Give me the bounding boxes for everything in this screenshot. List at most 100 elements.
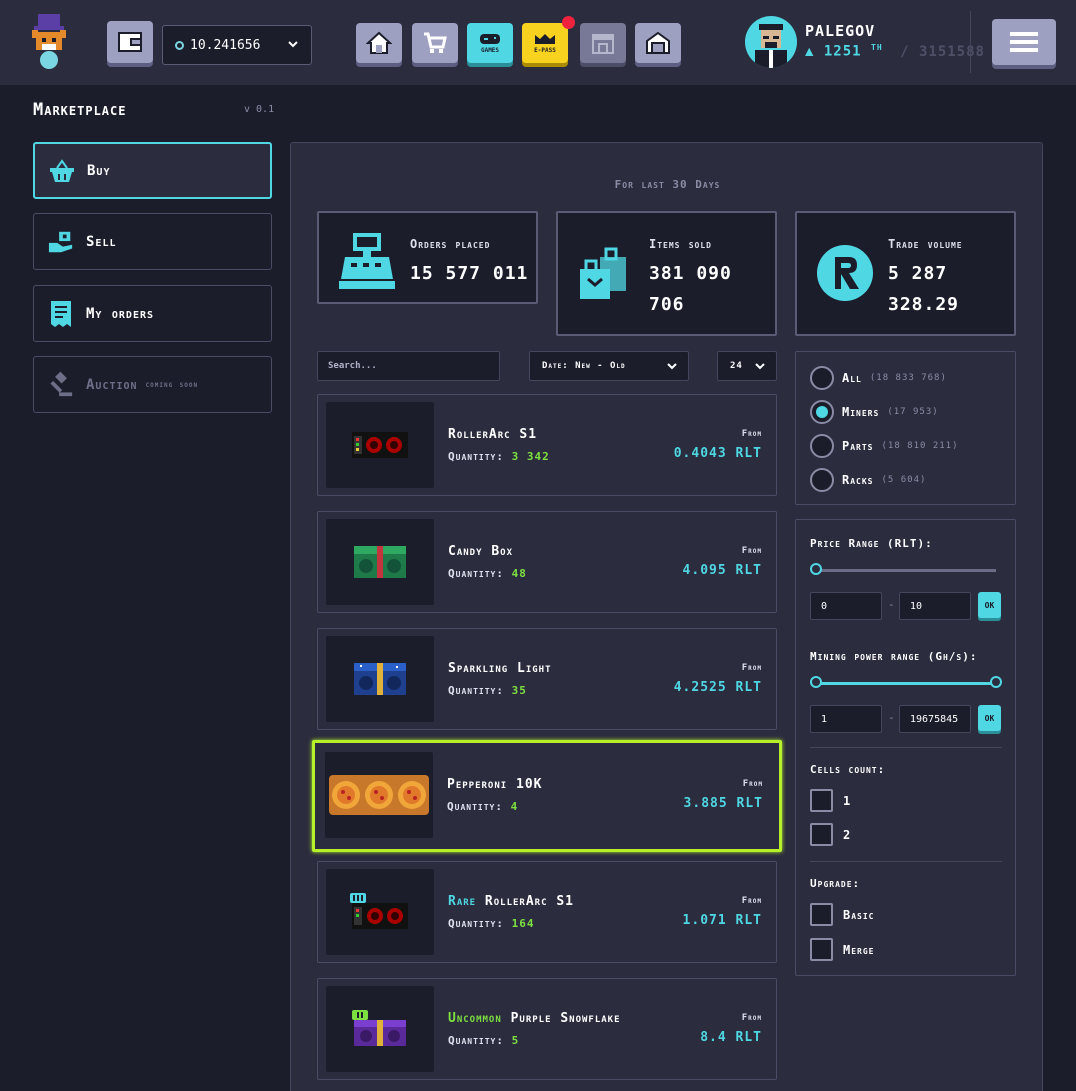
listing-item[interactable]: Sparkling Light Quantity: 35 From 4.2525… xyxy=(317,628,777,730)
sidebar-item-label: My orders xyxy=(86,305,155,322)
listing-price: 0.4043 RLT xyxy=(673,446,762,461)
nav-home-button[interactable] xyxy=(356,23,402,63)
listing-from-label: From xyxy=(741,1013,762,1023)
marketplace-panel: For last 30 Days Orders placed 15 577 01… xyxy=(290,142,1043,1091)
cash-register-icon xyxy=(337,233,397,293)
listing-name: Pepperoni 10K xyxy=(447,777,543,792)
attribute-filters: Price Range (RLT): - OK Mining power ran… xyxy=(795,519,1016,976)
cells-option-1[interactable]: 1 xyxy=(810,789,851,812)
stat-label: Orders placed xyxy=(410,237,491,251)
garage-icon xyxy=(646,31,670,54)
stat-value: 5 287 328.29 xyxy=(888,263,960,315)
filter-divider xyxy=(810,861,1002,862)
sidebar-item-sell[interactable]: Sell xyxy=(33,213,272,270)
listing-name: Sparkling Light xyxy=(448,661,552,676)
receipt-icon xyxy=(48,299,74,329)
per-page-select[interactable]: 24 xyxy=(717,351,777,381)
listing-quantity: Quantity: 3 342 xyxy=(448,450,550,463)
upgrade-option-basic[interactable]: Basic xyxy=(810,903,875,926)
stat-orders-placed: Orders placed 15 577 011 xyxy=(317,211,538,304)
sidebar-item-buy[interactable]: Buy xyxy=(33,142,272,199)
wallet-button[interactable] xyxy=(107,21,153,63)
price-ok-button[interactable]: OK xyxy=(978,592,1001,618)
chevron-down-icon xyxy=(288,41,298,48)
sidebar-item-label: Buy xyxy=(87,162,111,179)
page-title: Marketplace xyxy=(33,100,127,120)
price-slider-handle[interactable] xyxy=(810,563,822,575)
checkbox[interactable] xyxy=(810,823,833,846)
username[interactable]: PALEGOV xyxy=(805,22,875,40)
listing-item[interactable]: RollerArc S1 Quantity: 3 342 From 0.4043… xyxy=(317,394,777,496)
sort-select[interactable]: Date: New - Old xyxy=(529,351,689,381)
power-slider-max-handle[interactable] xyxy=(990,676,1002,688)
checkbox[interactable] xyxy=(810,938,833,961)
balance-selector[interactable]: 10.241656 xyxy=(162,25,312,65)
radio-button-selected[interactable] xyxy=(810,400,834,424)
power-slider-min-handle[interactable] xyxy=(810,676,822,688)
nav-room-button[interactable] xyxy=(635,23,681,63)
stat-items-sold: Items sold 381 090 706 xyxy=(556,211,777,336)
nav-epass-button[interactable]: E-PASS xyxy=(522,23,568,63)
miner-image xyxy=(325,752,433,838)
radio-button[interactable] xyxy=(810,366,834,390)
listing-from-label: From xyxy=(742,779,763,789)
logo-fox-icon[interactable] xyxy=(28,12,72,72)
stat-label: Trade volume xyxy=(888,237,963,251)
checkbox[interactable] xyxy=(810,789,833,812)
coming-soon-badge: coming soon xyxy=(145,379,199,390)
miner-image xyxy=(326,986,434,1072)
sort-value: Date: New - Old xyxy=(542,361,626,371)
listing-price: 3.885 RLT xyxy=(683,796,763,811)
category-parts[interactable]: Parts (18 810 211) xyxy=(810,434,959,458)
listing-item-selected[interactable]: Pepperoni 10K Quantity: 4 From 3.885 RLT xyxy=(312,740,782,852)
sidebar-item-my-orders[interactable]: My orders xyxy=(33,285,272,342)
avatar[interactable] xyxy=(745,16,797,68)
radio-button[interactable] xyxy=(810,468,834,492)
radio-button[interactable] xyxy=(810,434,834,458)
power-min-input[interactable] xyxy=(810,705,882,733)
price-slider[interactable] xyxy=(816,569,996,572)
gavel-icon xyxy=(48,370,74,400)
checkbox[interactable] xyxy=(810,903,833,926)
sidebar-item-auction: Auction coming soon xyxy=(33,356,272,413)
price-max-input[interactable] xyxy=(899,592,971,620)
listing-quantity: Quantity: 164 xyxy=(448,917,535,930)
listing-item[interactable]: Uncommon Purple Snowflake Quantity: 5 Fr… xyxy=(317,978,777,1080)
miner-image xyxy=(326,402,434,488)
cells-option-2[interactable]: 2 xyxy=(810,823,851,846)
category-miners[interactable]: Miners (17 953) xyxy=(810,400,939,424)
power-unit: TH xyxy=(871,43,883,52)
power-ok-button[interactable]: OK xyxy=(978,705,1001,731)
nav-shop-button[interactable] xyxy=(580,23,626,63)
hamburger-icon xyxy=(1010,32,1038,52)
rlt-token-icon xyxy=(815,243,875,303)
listing-item[interactable]: Candy Box Quantity: 48 From 4.095 RLT xyxy=(317,511,777,613)
power-value: 1251 xyxy=(823,43,862,60)
menu-button[interactable] xyxy=(992,19,1056,65)
price-range-label: Price Range (RLT): xyxy=(810,537,933,550)
rlt-coin-icon xyxy=(175,40,184,50)
nav-store-button[interactable] xyxy=(412,23,458,63)
miner-image xyxy=(326,519,434,605)
games-label: GAMES xyxy=(480,47,500,54)
filter-divider xyxy=(810,747,1002,748)
search-input[interactable] xyxy=(317,351,500,381)
listing-from-label: From xyxy=(741,663,762,673)
wallet-icon xyxy=(118,32,142,52)
listing-item[interactable]: Rare RollerArc S1 Quantity: 164 From 1.0… xyxy=(317,861,777,963)
listing-name: Candy Box xyxy=(448,544,513,559)
range-dash: - xyxy=(888,598,895,611)
crown-icon xyxy=(535,34,555,44)
upgrade-option-merge[interactable]: Merge xyxy=(810,938,875,961)
stat-value: 381 090 706 xyxy=(649,263,732,315)
listing-price: 8.4 RLT xyxy=(700,1030,762,1045)
nav-games-button[interactable]: GAMES xyxy=(467,23,513,63)
category-racks[interactable]: Racks (5 604) xyxy=(810,468,926,492)
listing-name: RollerArc S1 xyxy=(448,427,538,442)
price-min-input[interactable] xyxy=(810,592,882,620)
category-all[interactable]: All (18 833 768) xyxy=(810,366,947,390)
power-max-input[interactable] xyxy=(899,705,971,733)
listing-quantity: Quantity: 5 xyxy=(448,1034,520,1047)
gamepad-icon xyxy=(480,34,500,44)
header-divider xyxy=(970,11,971,73)
